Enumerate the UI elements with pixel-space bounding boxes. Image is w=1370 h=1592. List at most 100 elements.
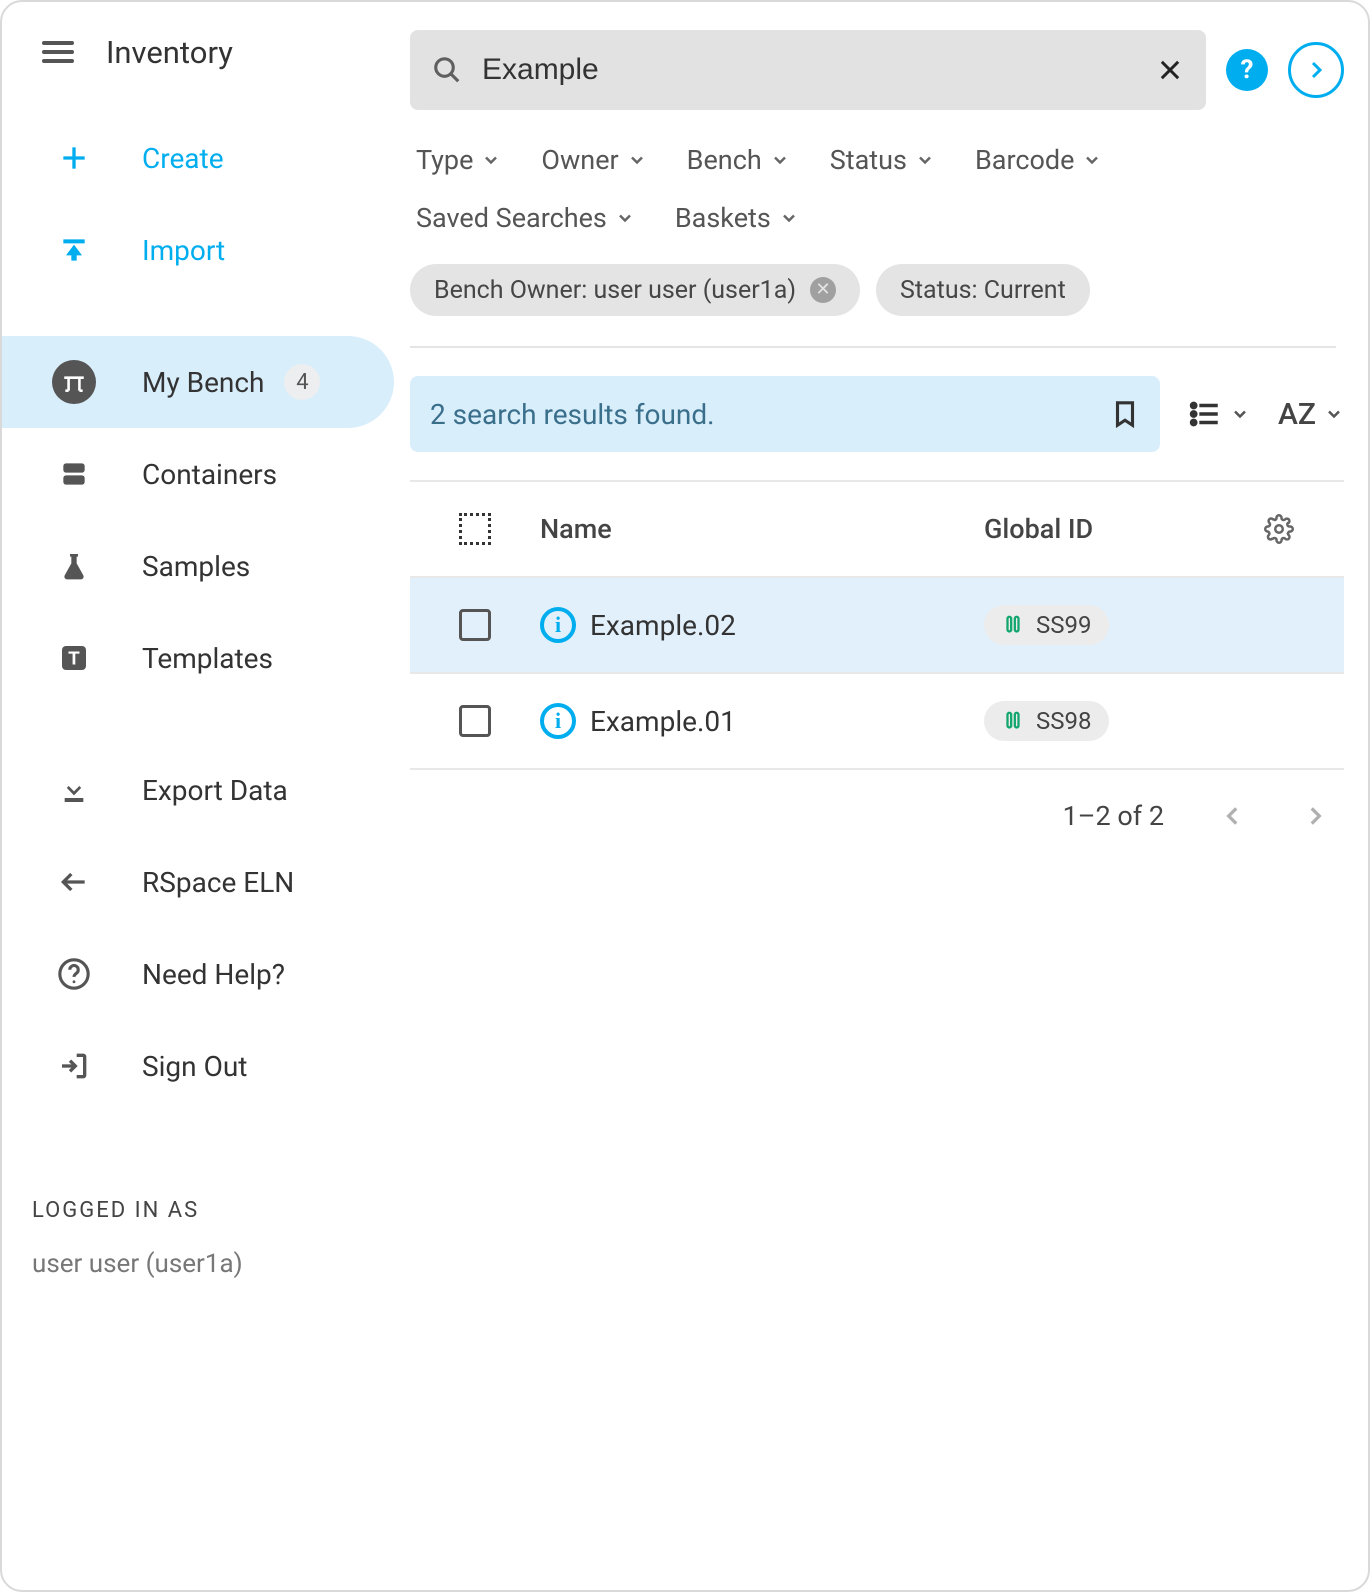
results-summary-text: 2 search results found.	[430, 398, 715, 431]
filter-chip[interactable]: Bench Owner: user user (user1a) ✕	[410, 264, 860, 316]
filter-status-label: Status	[830, 144, 907, 176]
chevron-down-icon	[779, 208, 799, 228]
help-icon	[52, 952, 96, 996]
sort-toggle[interactable]: AZ	[1278, 397, 1344, 432]
signout-label: Sign Out	[142, 1050, 247, 1083]
next-button[interactable]	[1288, 42, 1344, 98]
close-icon[interactable]: ✕	[810, 277, 836, 303]
sidebar-item-containers[interactable]: Containers	[2, 428, 410, 520]
sidebar-item-my-bench[interactable]: My Bench 4	[2, 336, 394, 428]
prev-page-button[interactable]	[1220, 803, 1246, 829]
sample-icon	[1002, 710, 1024, 732]
plus-icon	[52, 136, 96, 180]
create-button[interactable]: Create	[2, 112, 410, 204]
pagination-text: 1–2 of 2	[1063, 800, 1164, 832]
templates-label: Templates	[142, 642, 273, 675]
sidebar-item-rspace-eln[interactable]: RSpace ELN	[2, 836, 410, 928]
next-page-button[interactable]	[1302, 803, 1328, 829]
filter-saved-label: Saved Searches	[416, 202, 607, 234]
import-button[interactable]: Import	[2, 204, 410, 296]
filter-chip[interactable]: Status: Current	[876, 264, 1090, 316]
filter-baskets[interactable]: Baskets	[675, 202, 799, 234]
global-id-pill[interactable]: SS99	[984, 605, 1109, 645]
results-table: Name Global ID i Example.02 SS99	[410, 480, 1344, 770]
search-icon	[432, 55, 462, 85]
gear-icon[interactable]	[1264, 514, 1344, 544]
containers-label: Containers	[142, 458, 277, 491]
create-label: Create	[142, 142, 224, 175]
select-all-icon[interactable]	[459, 513, 491, 545]
sort-label: AZ	[1278, 397, 1316, 432]
filter-type[interactable]: Type	[416, 144, 501, 176]
rspace-label: RSpace ELN	[142, 866, 294, 899]
help-label: Need Help?	[142, 958, 285, 991]
column-name[interactable]: Name	[540, 513, 984, 545]
row-name: Example.01	[590, 705, 736, 738]
filter-type-label: Type	[416, 144, 473, 176]
info-icon[interactable]: i	[540, 607, 576, 643]
chip-label: Status: Current	[900, 276, 1066, 305]
bookmark-icon[interactable]	[1110, 399, 1140, 429]
info-icon[interactable]: i	[540, 703, 576, 739]
sidebar-item-signout[interactable]: Sign Out	[2, 1020, 410, 1112]
filter-barcode[interactable]: Barcode	[975, 144, 1102, 176]
filter-saved-searches[interactable]: Saved Searches	[416, 202, 635, 234]
list-icon	[1188, 397, 1222, 431]
row-checkbox[interactable]	[459, 609, 491, 641]
global-id-pill[interactable]: SS98	[984, 701, 1109, 741]
logged-in-label: LOGGED IN AS	[2, 1172, 410, 1249]
clear-icon[interactable]	[1156, 56, 1184, 84]
container-icon	[52, 452, 96, 496]
app-title: Inventory	[106, 34, 233, 71]
results-summary-bar: 2 search results found.	[410, 376, 1160, 452]
sample-icon	[1002, 614, 1024, 636]
main-panel: ? Type Owner Bench Status Barcode Saved …	[410, 2, 1368, 1590]
chevron-down-icon	[915, 150, 935, 170]
chevron-down-icon	[615, 208, 635, 228]
chevron-down-icon	[627, 150, 647, 170]
row-name: Example.02	[590, 609, 736, 642]
import-label: Import	[142, 234, 225, 267]
column-global-id[interactable]: Global ID	[984, 513, 1264, 545]
my-bench-badge: 4	[284, 364, 320, 400]
filter-baskets-label: Baskets	[675, 202, 771, 234]
svg-text:T: T	[68, 648, 80, 669]
filter-barcode-label: Barcode	[975, 144, 1074, 176]
table-row[interactable]: i Example.02 SS99	[410, 578, 1344, 674]
filter-bench-label: Bench	[687, 144, 762, 176]
sidebar-item-help[interactable]: Need Help?	[2, 928, 410, 1020]
filter-owner-label: Owner	[541, 144, 618, 176]
my-bench-label: My Bench	[142, 366, 264, 399]
search-input[interactable]	[482, 53, 1156, 87]
chip-row: Bench Owner: user user (user1a) ✕ Status: …	[410, 234, 1336, 348]
view-toggle[interactable]	[1188, 397, 1250, 431]
chevron-down-icon	[1230, 404, 1250, 424]
global-id-text: SS99	[1036, 611, 1091, 639]
export-label: Export Data	[142, 774, 288, 807]
download-icon	[52, 768, 96, 812]
filter-owner[interactable]: Owner	[541, 144, 646, 176]
filter-bench[interactable]: Bench	[687, 144, 790, 176]
chevron-down-icon	[1324, 404, 1344, 424]
table-header: Name Global ID	[410, 482, 1344, 578]
sidebar-item-samples[interactable]: Samples	[2, 520, 410, 612]
table-row[interactable]: i Example.01 SS98	[410, 674, 1344, 770]
arrow-left-icon	[52, 860, 96, 904]
flask-icon	[52, 544, 96, 588]
chip-label: Bench Owner: user user (user1a)	[434, 276, 796, 305]
search-box[interactable]	[410, 30, 1206, 110]
filter-status[interactable]: Status	[830, 144, 935, 176]
sidebar: Inventory Create Import	[2, 2, 410, 1590]
template-icon: T	[52, 636, 96, 680]
signout-icon	[52, 1044, 96, 1088]
hamburger-menu-icon[interactable]	[42, 32, 82, 72]
sidebar-item-templates[interactable]: T Templates	[2, 612, 410, 704]
sidebar-item-export[interactable]: Export Data	[2, 744, 410, 836]
help-circle-icon[interactable]: ?	[1226, 49, 1268, 91]
row-checkbox[interactable]	[459, 705, 491, 737]
global-id-text: SS98	[1036, 707, 1091, 735]
pagination: 1–2 of 2	[410, 770, 1344, 862]
chevron-down-icon	[1082, 150, 1102, 170]
bench-icon	[52, 360, 96, 404]
chevron-down-icon	[770, 150, 790, 170]
